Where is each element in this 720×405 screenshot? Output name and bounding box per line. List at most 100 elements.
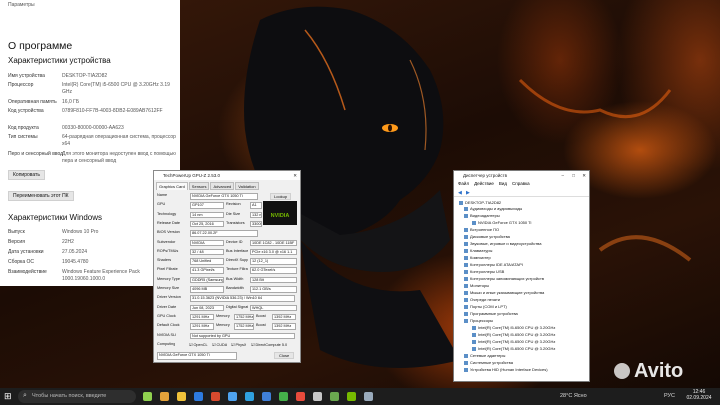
gpuz-field-value[interactable]: 1392 MHz xyxy=(272,313,296,321)
tree-item[interactable]: Программные устройства xyxy=(464,311,518,316)
tree-item[interactable]: Мониторы xyxy=(464,283,489,288)
pinned-app-icon[interactable] xyxy=(313,392,322,401)
pinned-app-icon[interactable] xyxy=(279,392,288,401)
minimize-icon[interactable]: – xyxy=(561,171,564,180)
menu-help[interactable]: Справка xyxy=(512,180,530,188)
tree-item[interactable]: Контроллеры запоминающих устройств xyxy=(464,276,544,281)
close-button[interactable]: Close xyxy=(274,352,295,359)
gpuz-field-value[interactable]: 768 Unified xyxy=(190,258,224,265)
tab-graphics-card[interactable]: Graphics Card xyxy=(156,182,188,190)
computing-directcompute[interactable]: ☑ DirectCompute 5.0 xyxy=(251,342,287,347)
gpuz-field-value[interactable]: Jun 08, 2023 xyxy=(190,304,224,312)
gpuz-field-value[interactable]: 128 Bit xyxy=(250,276,297,284)
gpuz-field-value[interactable]: GP107 xyxy=(190,202,224,209)
gpuz-field-value[interactable]: 132 mm² xyxy=(250,211,262,219)
devmgr-titlebar[interactable]: Диспетчер устройств ✕ □ – xyxy=(454,171,589,180)
rename-pc-button[interactable]: Переименовать этот ПК xyxy=(8,191,74,201)
menu-file[interactable]: Файл xyxy=(458,180,469,188)
tab-validation[interactable]: Validation xyxy=(235,182,259,190)
pinned-app-icon[interactable] xyxy=(160,392,169,401)
tree-item[interactable]: Контроллеры USB xyxy=(464,269,504,274)
back-icon[interactable]: ◀ xyxy=(458,190,462,196)
close-icon[interactable]: ✕ xyxy=(582,171,586,180)
weather-text[interactable]: 28°C Ясно xyxy=(560,393,587,399)
tree-item[interactable]: Звуковые, игровые и видеоустройства xyxy=(464,241,541,246)
gpuz-field-value[interactable]: 31.0.15.3623 (NVIDIA 536.23) / Win10 64 xyxy=(190,295,295,302)
clock[interactable]: 12:46 02.09.2024 xyxy=(684,389,714,401)
tree-item[interactable]: NVIDIA GeForce GTX 1050 Ti xyxy=(472,220,531,225)
start-button[interactable]: ⊞ xyxy=(4,392,13,401)
tree-item[interactable]: Видеоадаптеры xyxy=(464,213,500,218)
gpuz-field-value[interactable]: WHQL xyxy=(250,304,297,312)
gpuz-field-value[interactable]: 41.3 GPixel/s xyxy=(190,267,224,274)
close-icon[interactable]: ✕ xyxy=(293,171,297,180)
language-indicator[interactable]: РУС xyxy=(664,393,675,399)
gpuz-field-value[interactable]: 12 (12_1) xyxy=(250,258,297,265)
gpuz-field-label: DirectX Support xyxy=(226,258,248,263)
copy-button[interactable]: Копировать xyxy=(8,170,45,180)
gpuz-field-value[interactable]: GDDR5 (Samsung) xyxy=(190,276,224,284)
gpuz-field-value[interactable]: 3300M xyxy=(250,220,262,228)
menu-action[interactable]: Действие xyxy=(474,180,494,188)
computing-opencl[interactable]: ☑ OpenCL xyxy=(189,342,208,347)
gpuz-field-value[interactable]: 1752 MHz xyxy=(234,313,254,321)
pinned-app-icon[interactable] xyxy=(143,392,152,401)
gpuz-field-value[interactable]: 14 nm xyxy=(190,211,224,219)
tree-item[interactable]: Мыши и иные указывающие устройства xyxy=(464,290,544,295)
tree-item[interactable]: Контроллеры IDE ATA/ATAPI xyxy=(464,262,523,267)
tree-item[interactable]: Intel(R) Core(TM) i5-6500 CPU @ 3.20GHz xyxy=(472,346,555,351)
tree-item[interactable]: Очереди печати xyxy=(464,297,500,302)
pinned-app-icon[interactable] xyxy=(211,392,220,401)
tree-item[interactable]: Компьютер xyxy=(464,255,491,260)
gpuz-field-value[interactable]: A1 xyxy=(250,202,262,209)
gpuz-field-value[interactable]: NVIDIA GeForce GTX 1050 Ti xyxy=(190,193,258,200)
gpuz-field-value[interactable]: 1392 MHz xyxy=(272,323,296,330)
gpuz-titlebar[interactable]: TechPowerUp GPU-Z 2.53.0 ✕ xyxy=(154,171,300,180)
gpuz-field-value[interactable]: 32 / 48 xyxy=(190,248,224,256)
gpuz-field-value[interactable]: 1291 MHz xyxy=(190,313,214,321)
tree-item[interactable]: Intel(R) Core(TM) i5-6500 CPU @ 3.20GHz xyxy=(472,325,555,330)
browser-icon[interactable] xyxy=(194,392,203,401)
pinned-app-icon[interactable] xyxy=(296,392,305,401)
gpuz-field-value[interactable]: 1752 MHz xyxy=(234,323,254,330)
tree-item[interactable]: Встроенное ПО xyxy=(464,227,499,232)
gpuz-field-value[interactable]: 4096 MB xyxy=(190,286,224,293)
tree-item[interactable]: Системные устройства xyxy=(464,360,513,365)
gpuz-field-value[interactable]: Oct 25, 2016 xyxy=(190,220,224,228)
gpuz-field-value[interactable]: 1291 MHz xyxy=(190,323,214,330)
tab-advanced[interactable]: Advanced xyxy=(210,182,235,190)
device-manager-taskbar-icon[interactable] xyxy=(364,392,373,401)
tree-item[interactable]: Аудиовходы и аудиовыходы xyxy=(464,206,522,211)
pinned-app-icon[interactable] xyxy=(228,392,237,401)
file-explorer-icon[interactable] xyxy=(177,392,186,401)
gpuz-field-value[interactable]: 112.1 GB/s xyxy=(250,286,297,293)
gpuz-field-value[interactable]: 10DE 1C82 - 10DE 11BF xyxy=(250,239,297,246)
tree-item[interactable]: Дисковые устройства xyxy=(464,234,510,239)
computing-cuda[interactable]: ☑ CUDA xyxy=(212,342,227,347)
tree-item[interactable]: Intel(R) Core(TM) i5-6500 CPU @ 3.20GHz xyxy=(472,339,555,344)
gpuz-field-value[interactable]: 86.07.22.00.2F xyxy=(190,230,258,237)
pinned-app-icon[interactable] xyxy=(330,392,339,401)
gpuz-field-value[interactable]: NVIDIA xyxy=(190,239,224,246)
tree-item[interactable]: Intel(R) Core(TM) i5-6500 CPU @ 3.20GHz xyxy=(472,332,555,337)
gpuz-field-value[interactable]: Not supported by GPU xyxy=(190,332,295,339)
lookup-button[interactable]: Lookup xyxy=(270,193,292,200)
card-select[interactable]: NVIDIA GeForce GTX 1050 Ti xyxy=(157,352,237,360)
tab-sensors[interactable]: Sensors xyxy=(188,182,210,190)
tree-item[interactable]: Устройства HID (Human Interface Devices) xyxy=(464,367,548,372)
tree-item[interactable]: Порты (COM и LPT) xyxy=(464,304,507,309)
tree-item[interactable]: Клавиатуры xyxy=(464,248,492,253)
gpuz-taskbar-icon[interactable] xyxy=(347,392,356,401)
computing-physx[interactable]: ☑ PhysX xyxy=(231,342,246,347)
search-box[interactable]: ⌕ Чтобы начать поиск, введите xyxy=(18,390,136,403)
pinned-app-icon[interactable] xyxy=(245,392,254,401)
forward-icon[interactable]: ▶ xyxy=(466,190,470,196)
tree-item[interactable]: Процессоры xyxy=(464,318,493,323)
tree-root[interactable]: DESKTOP-TIA2D82 xyxy=(459,200,501,205)
gpuz-field-value[interactable]: 62.0 GTexel/s xyxy=(250,267,297,274)
menu-view[interactable]: Вид xyxy=(499,180,507,188)
tree-item[interactable]: Сетевые адаптеры xyxy=(464,353,505,358)
gpuz-field-value[interactable]: PCIe x16 3.0 @ x16 1.1 xyxy=(250,248,297,256)
maximize-icon[interactable]: □ xyxy=(572,171,575,180)
pinned-app-icon[interactable] xyxy=(262,392,271,401)
